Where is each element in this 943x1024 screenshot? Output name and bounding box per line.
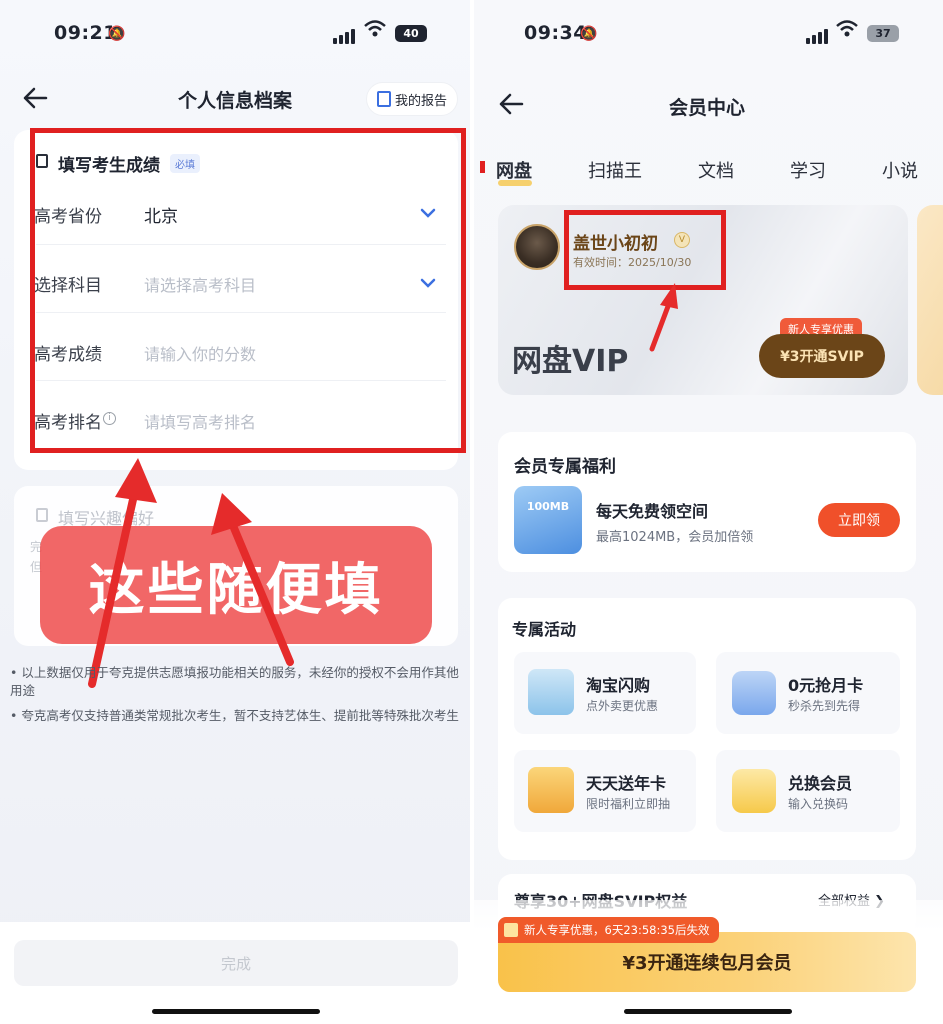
home-indicator[interactable] [152, 1009, 320, 1014]
activity-title: 兑换会员 [788, 774, 853, 793]
tab-study[interactable]: 学习 [790, 157, 826, 183]
redeem-code-icon [732, 769, 776, 813]
mute-icon: 🔕 [580, 26, 598, 42]
storage-gift-icon: 100MB [514, 486, 582, 554]
activity-subtitle: 输入兑换码 [788, 797, 849, 811]
eligibility-note: • 夸克高考仅支持普通类常规批次考生，暂不支持艺体生、提前批等特殊批次考生 [10, 708, 459, 723]
activities-title: 专属活动 [512, 620, 577, 639]
tab-marker [480, 161, 485, 173]
benefits-title: 会员专属福利 [514, 457, 616, 477]
activity-title: 天天送年卡 [586, 774, 667, 793]
right-screenshot: 09:34 🔕 37 会员中心 网盘 扫描王 文档 学习 小说 盖世小初初 V … [474, 0, 943, 1024]
free-space-subtitle: 最高1024MB，会员加倍领 [596, 530, 754, 545]
tab-scanner[interactable]: 扫描王 [588, 157, 642, 183]
taobao-flash-icon [528, 669, 574, 715]
storage-gift-label: 100MB [526, 500, 570, 513]
tab-underline [498, 180, 532, 186]
subscribe-label: ¥3开通连续包月会员 [622, 953, 792, 974]
wifi-icon [836, 20, 858, 42]
status-time: 09:34 [524, 22, 587, 44]
open-svip-button[interactable]: ¥3开通SVIP [759, 334, 885, 378]
annotation-arrows [88, 458, 294, 688]
battery-icon: 37 [867, 25, 899, 42]
coupon-icon [504, 923, 518, 937]
tab-docs[interactable]: 文档 [698, 157, 734, 183]
annotation-arrow [649, 283, 678, 352]
privacy-note: • 以上数据仅用于夸克提供志愿填报功能相关的服务，未经你的授权不会用作其他用途 [10, 665, 459, 698]
claim-button[interactable]: 立即领 [818, 503, 900, 537]
activity-subtitle: 限时福利立即抽 [586, 797, 671, 811]
done-label: 完成 [220, 954, 251, 973]
svip-ticket-icon [528, 767, 574, 813]
signal-icon [806, 25, 830, 44]
free-space-title: 每天免费领空间 [596, 502, 709, 521]
cloud-coupon-icon [732, 671, 776, 715]
back-arrow-icon[interactable] [498, 92, 524, 120]
avatar[interactable] [514, 224, 560, 270]
activity-title: 淘宝闪购 [586, 676, 651, 695]
countdown-badge: 新人专享优惠，6天23:58:35后失效 [498, 917, 720, 943]
page-title: 会员中心 [669, 97, 746, 119]
claim-label: 立即领 [838, 513, 880, 529]
activity-title: 0元抢月卡 [788, 676, 864, 695]
activity-subtitle: 秒杀先到先得 [788, 699, 861, 713]
open-svip-label: ¥3开通SVIP [780, 349, 864, 365]
home-indicator[interactable] [624, 1009, 792, 1014]
left-screenshot: 09:21 🔕 40 个人信息档案 我的报告 填写考生成绩 必填 高考省份 北京… [0, 0, 470, 1024]
vip-title: 网盘VIP [512, 344, 629, 379]
activity-subtitle: 点外卖更优惠 [586, 699, 659, 713]
done-button[interactable]: 完成 [14, 940, 458, 986]
countdown-text: 新人专享优惠，6天23:58:35后失效 [524, 923, 710, 937]
tab-novel[interactable]: 小说 [882, 157, 918, 183]
next-vip-card[interactable] [917, 205, 943, 395]
